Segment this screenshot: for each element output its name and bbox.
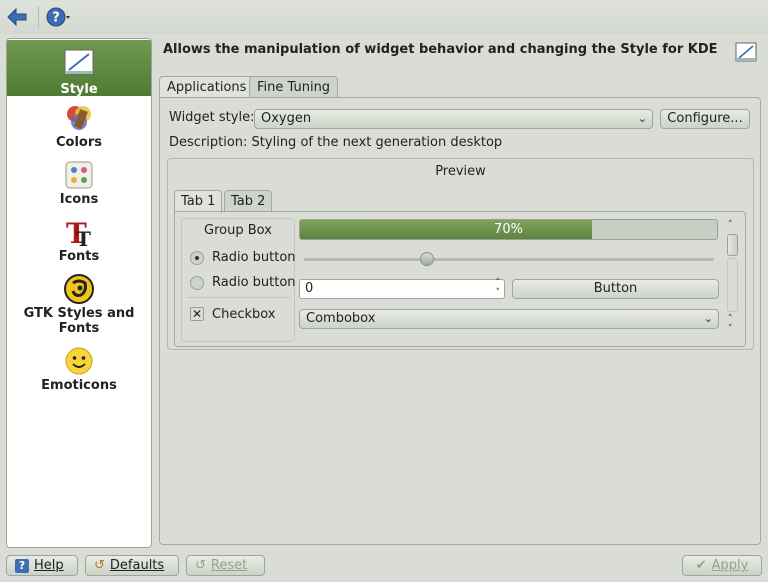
configure-button[interactable]: Configure... [660,109,750,129]
chevron-down-icon: ⌄ [637,112,647,125]
emoticons-icon [62,344,96,378]
spinbox[interactable]: 0 ˄ ˅ [299,278,505,299]
sidebar-item-label: Colors [55,135,102,150]
progress-text: 70% [494,222,523,237]
radio-button-2-label: Radio button [212,275,296,290]
toolbar-separator [38,6,39,28]
style-description: Description: Styling of the next generat… [169,135,503,150]
preview-tab-1[interactable]: Tab 1 [174,190,223,213]
group-box-divider [186,297,290,298]
scrollbar-thumb[interactable] [727,234,738,256]
radio-button-1-label: Radio button [212,250,296,265]
svg-text:T: T [76,227,91,248]
preview-combobox[interactable]: Combobox ⌄ [299,309,719,329]
apply-label: Apply [711,558,749,573]
scrollbar-track [727,258,738,312]
toolbar: ? [0,0,768,34]
sidebar-item-label: Fonts [58,249,100,264]
page-title: Allows the manipulation of widget behavi… [163,42,718,57]
preview-button[interactable]: Button [512,279,719,299]
apply-button[interactable]: ✔ Apply [682,555,762,576]
style-icon [62,45,96,79]
radio-button-1[interactable] [190,251,204,265]
spinbox-value: 0 [305,281,314,296]
checkbox[interactable]: ✕ [190,307,204,321]
defaults-label: Defaults [109,558,165,573]
sidebar-item-icons[interactable]: Icons [7,158,151,210]
tab-applications[interactable]: Applications [159,76,255,99]
defaults-button[interactable]: ↺ Defaults [85,555,179,576]
widget-style-value: Oxygen [261,111,312,126]
group-box-title: Group Box [204,223,272,238]
scroll-up-icon[interactable]: ˄ [728,220,733,230]
back-arrow-icon[interactable] [4,4,30,30]
widget-style-combo[interactable]: Oxygen ⌄ [254,109,653,129]
sidebar-item-fonts[interactable]: TT Fonts [7,215,151,267]
radio-button-2[interactable] [190,276,204,290]
sidebar-item-label: Icons [59,192,99,207]
sidebar-item-label: Emoticons [41,378,117,393]
combobox-value: Combobox [306,311,376,326]
preview-tab-2[interactable]: Tab 2 [224,190,273,212]
sidebar: Style Colors Icons TT Fonts GTK Styles a… [6,38,152,548]
spinbox-arrows-icon[interactable]: ˄ ˅ [496,278,501,298]
sidebar-item-label: Style [60,82,98,97]
style-header-icon [735,42,757,64]
slider-track [304,258,714,261]
colors-icon [62,101,96,135]
help-icon: ? [15,558,29,573]
help-label: Help [34,558,64,573]
help-whatsthis-icon[interactable]: ? [46,4,72,30]
checkbox-label: Checkbox [212,307,276,322]
sidebar-item-label: GTK Styles and Fonts [23,306,135,336]
tab-fine-tuning[interactable]: Fine Tuning [249,76,339,98]
fonts-icon: TT [62,215,96,249]
reset-button[interactable]: ↺ Reset [186,555,265,576]
sidebar-item-colors[interactable]: Colors [7,101,151,153]
icons-icon [62,158,96,192]
chevron-down-icon: ⌄ [703,312,713,325]
reset-label: Reset [210,558,248,573]
progress-bar: 70% [299,219,718,240]
scroll-down-icon[interactable]: ˄ ˅ [728,314,733,334]
help-button[interactable]: ? Help [6,555,78,576]
sidebar-item-gtk[interactable]: GTK Styles and Fonts [7,272,151,342]
defaults-icon: ↺ [94,558,105,573]
gtk-icon [62,272,96,306]
preview-title: Preview [435,164,486,179]
svg-text:?: ? [52,11,60,26]
vertical-scrollbar[interactable]: ˄ ˄ ˅ [726,220,740,340]
reset-icon: ↺ [195,558,206,573]
sidebar-item-style[interactable]: Style [7,40,151,97]
check-icon: ✔ [695,558,707,573]
widget-style-label: Widget style: [169,110,255,125]
sidebar-item-emoticons[interactable]: Emoticons [7,344,151,396]
slider-handle[interactable] [420,252,434,266]
